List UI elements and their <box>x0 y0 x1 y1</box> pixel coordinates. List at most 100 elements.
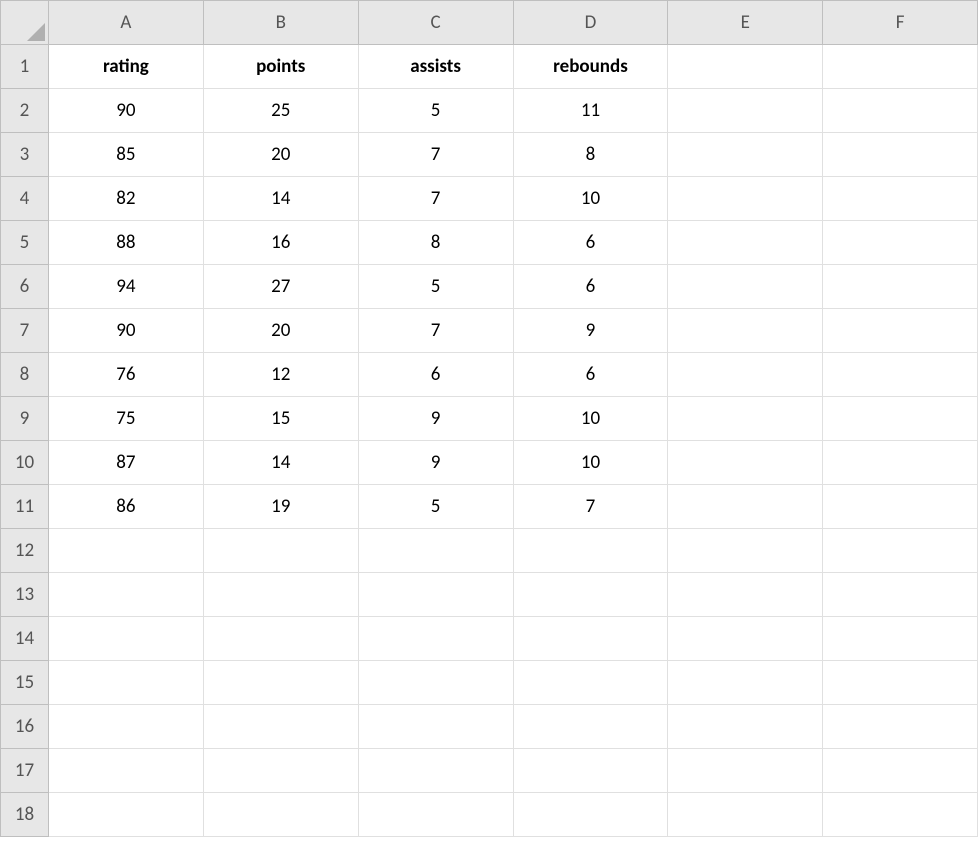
cell-E17[interactable] <box>668 749 823 793</box>
cell-D6[interactable]: 6 <box>513 265 668 309</box>
cell-A4[interactable]: 82 <box>48 177 203 221</box>
cell-F8[interactable] <box>823 353 978 397</box>
row-header-18[interactable]: 18 <box>1 793 49 837</box>
row-header-8[interactable]: 8 <box>1 353 49 397</box>
cell-B15[interactable] <box>203 661 358 705</box>
cell-C5[interactable]: 8 <box>358 221 513 265</box>
row-header-5[interactable]: 5 <box>1 221 49 265</box>
cell-B8[interactable]: 12 <box>203 353 358 397</box>
row-header-15[interactable]: 15 <box>1 661 49 705</box>
cell-D18[interactable] <box>513 793 668 837</box>
row-header-7[interactable]: 7 <box>1 309 49 353</box>
cell-D15[interactable] <box>513 661 668 705</box>
cell-B17[interactable] <box>203 749 358 793</box>
cell-A14[interactable] <box>48 617 203 661</box>
cell-E11[interactable] <box>668 485 823 529</box>
cell-B16[interactable] <box>203 705 358 749</box>
cell-B14[interactable] <box>203 617 358 661</box>
cell-B1[interactable]: points <box>203 45 358 89</box>
cell-D16[interactable] <box>513 705 668 749</box>
row-header-12[interactable]: 12 <box>1 529 49 573</box>
cell-F5[interactable] <box>823 221 978 265</box>
cell-F2[interactable] <box>823 89 978 133</box>
row-header-11[interactable]: 11 <box>1 485 49 529</box>
cell-A3[interactable]: 85 <box>48 133 203 177</box>
cell-C17[interactable] <box>358 749 513 793</box>
cell-A12[interactable] <box>48 529 203 573</box>
cell-E18[interactable] <box>668 793 823 837</box>
cell-A18[interactable] <box>48 793 203 837</box>
col-header-E[interactable]: E <box>668 1 823 45</box>
cell-E12[interactable] <box>668 529 823 573</box>
cell-B5[interactable]: 16 <box>203 221 358 265</box>
cell-D17[interactable] <box>513 749 668 793</box>
cell-E6[interactable] <box>668 265 823 309</box>
cell-D8[interactable]: 6 <box>513 353 668 397</box>
cell-A16[interactable] <box>48 705 203 749</box>
cell-D13[interactable] <box>513 573 668 617</box>
cell-D4[interactable]: 10 <box>513 177 668 221</box>
cell-E7[interactable] <box>668 309 823 353</box>
cell-C4[interactable]: 7 <box>358 177 513 221</box>
cell-D5[interactable]: 6 <box>513 221 668 265</box>
cell-E3[interactable] <box>668 133 823 177</box>
row-header-9[interactable]: 9 <box>1 397 49 441</box>
cell-D10[interactable]: 10 <box>513 441 668 485</box>
cell-B18[interactable] <box>203 793 358 837</box>
cell-D9[interactable]: 10 <box>513 397 668 441</box>
cell-C6[interactable]: 5 <box>358 265 513 309</box>
cell-F13[interactable] <box>823 573 978 617</box>
cell-A2[interactable]: 90 <box>48 89 203 133</box>
col-header-D[interactable]: D <box>513 1 668 45</box>
cell-D1[interactable]: rebounds <box>513 45 668 89</box>
cell-A9[interactable]: 75 <box>48 397 203 441</box>
cell-C15[interactable] <box>358 661 513 705</box>
cell-E16[interactable] <box>668 705 823 749</box>
col-header-F[interactable]: F <box>823 1 978 45</box>
cell-C13[interactable] <box>358 573 513 617</box>
row-header-17[interactable]: 17 <box>1 749 49 793</box>
cell-C12[interactable] <box>358 529 513 573</box>
cell-A11[interactable]: 86 <box>48 485 203 529</box>
cell-A7[interactable]: 90 <box>48 309 203 353</box>
cell-F12[interactable] <box>823 529 978 573</box>
cell-B7[interactable]: 20 <box>203 309 358 353</box>
row-header-16[interactable]: 16 <box>1 705 49 749</box>
cell-C14[interactable] <box>358 617 513 661</box>
cell-E5[interactable] <box>668 221 823 265</box>
cell-F15[interactable] <box>823 661 978 705</box>
row-header-13[interactable]: 13 <box>1 573 49 617</box>
cell-D2[interactable]: 11 <box>513 89 668 133</box>
cell-E4[interactable] <box>668 177 823 221</box>
cell-D12[interactable] <box>513 529 668 573</box>
cell-A6[interactable]: 94 <box>48 265 203 309</box>
cell-E14[interactable] <box>668 617 823 661</box>
cell-C9[interactable]: 9 <box>358 397 513 441</box>
cell-B3[interactable]: 20 <box>203 133 358 177</box>
cell-A17[interactable] <box>48 749 203 793</box>
row-header-2[interactable]: 2 <box>1 89 49 133</box>
row-header-1[interactable]: 1 <box>1 45 49 89</box>
cell-B6[interactable]: 27 <box>203 265 358 309</box>
cell-C16[interactable] <box>358 705 513 749</box>
cell-A13[interactable] <box>48 573 203 617</box>
cell-F18[interactable] <box>823 793 978 837</box>
cell-F9[interactable] <box>823 397 978 441</box>
row-header-10[interactable]: 10 <box>1 441 49 485</box>
row-header-14[interactable]: 14 <box>1 617 49 661</box>
col-header-B[interactable]: B <box>203 1 358 45</box>
cell-E9[interactable] <box>668 397 823 441</box>
cell-A5[interactable]: 88 <box>48 221 203 265</box>
cell-A15[interactable] <box>48 661 203 705</box>
cell-E2[interactable] <box>668 89 823 133</box>
cell-D3[interactable]: 8 <box>513 133 668 177</box>
select-all-corner[interactable] <box>1 1 49 45</box>
cell-A10[interactable]: 87 <box>48 441 203 485</box>
cell-E13[interactable] <box>668 573 823 617</box>
cell-B12[interactable] <box>203 529 358 573</box>
cell-F1[interactable] <box>823 45 978 89</box>
cell-F14[interactable] <box>823 617 978 661</box>
cell-E15[interactable] <box>668 661 823 705</box>
cell-D7[interactable]: 9 <box>513 309 668 353</box>
cell-F3[interactable] <box>823 133 978 177</box>
